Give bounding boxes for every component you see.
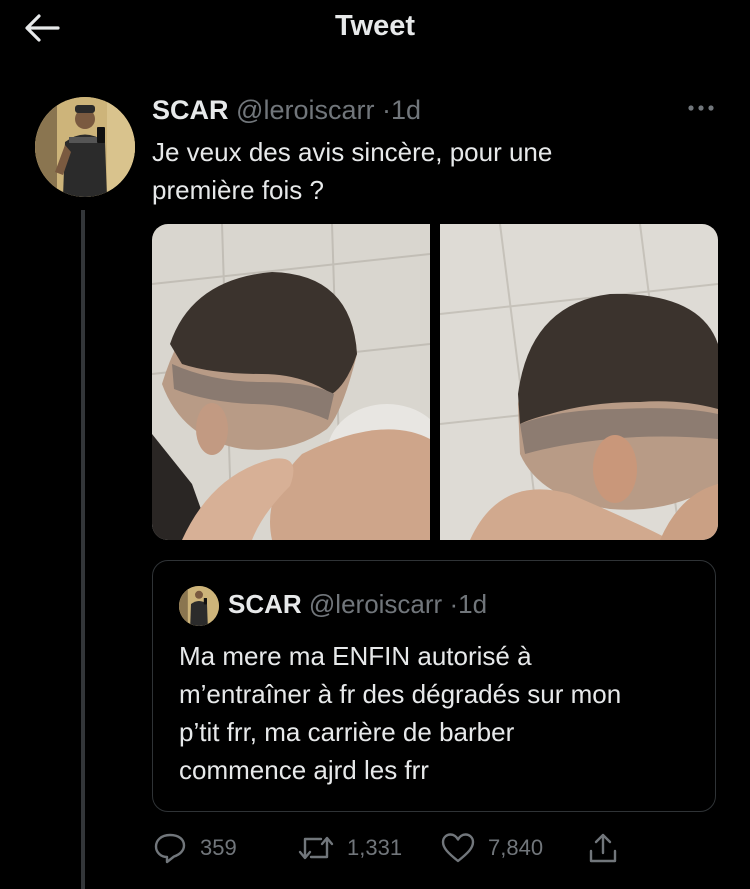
more-button[interactable]	[683, 96, 719, 120]
reply-icon	[154, 833, 186, 864]
avatar-image	[35, 97, 135, 197]
quote-author-name[interactable]: SCAR	[228, 589, 302, 619]
haircut-photo-right	[439, 224, 718, 540]
quoted-tweet[interactable]: SCAR @leroiscarr ·1d Ma mere ma ENFIN au…	[152, 560, 716, 812]
quote-avatar[interactable]	[179, 586, 219, 626]
quote-text-line: m’entraîner à fr des dégradés sur mon	[179, 679, 622, 709]
media-grid	[152, 224, 718, 540]
retweet-button[interactable]: 1,331	[297, 828, 402, 868]
reply-count: 359	[200, 835, 237, 860]
quote-text-line: p’tit frr, ma carrière de barber	[179, 717, 515, 747]
haircut-photo-left	[152, 224, 447, 540]
quote-text-line: Ma mere ma ENFIN autorisé à	[179, 641, 532, 671]
reply-button[interactable]: 359	[152, 828, 237, 868]
photo-right[interactable]	[439, 224, 718, 540]
quote-avatar-image	[179, 586, 219, 626]
quote-text-line: commence ajrd les frr	[179, 755, 429, 785]
retweet-icon	[298, 836, 334, 860]
photo-left[interactable]	[152, 224, 447, 540]
quote-text: Ma mere ma ENFIN autorisé à m’entraîner …	[179, 637, 699, 789]
tweet-time[interactable]: 1d	[391, 95, 421, 125]
separator: ·	[381, 95, 391, 125]
thread-line	[81, 210, 85, 889]
author-handle[interactable]: @leroiscarr	[236, 95, 374, 125]
tweet-text-line: première fois ?	[152, 175, 324, 205]
share-button[interactable]	[586, 828, 632, 868]
like-button[interactable]: 7,840	[440, 828, 543, 868]
retweet-count: 1,331	[347, 835, 403, 860]
author-name[interactable]: SCAR	[152, 95, 229, 125]
quote-time[interactable]: 1d	[458, 589, 487, 619]
quote-author-handle[interactable]: @leroiscarr	[309, 589, 442, 619]
heart-icon	[441, 833, 475, 863]
like-count: 7,840	[488, 835, 544, 860]
quote-separator: ·	[449, 589, 459, 619]
share-icon	[589, 833, 617, 863]
more-horizontal-icon	[688, 105, 714, 111]
quote-header: SCAR @leroiscarr ·1d	[228, 589, 487, 620]
action-bar: 359 1,331 7,840	[152, 828, 718, 868]
tweet-text-line: Je veux des avis sincère, pour une	[152, 137, 553, 167]
avatar[interactable]	[35, 97, 135, 197]
tweet-text: Je veux des avis sincère, pour une premi…	[152, 133, 712, 209]
tweet-header: SCAR @leroiscarr ·1d	[152, 95, 421, 126]
top-bar: Tweet	[0, 0, 750, 60]
page-title: Tweet	[334, 10, 416, 42]
